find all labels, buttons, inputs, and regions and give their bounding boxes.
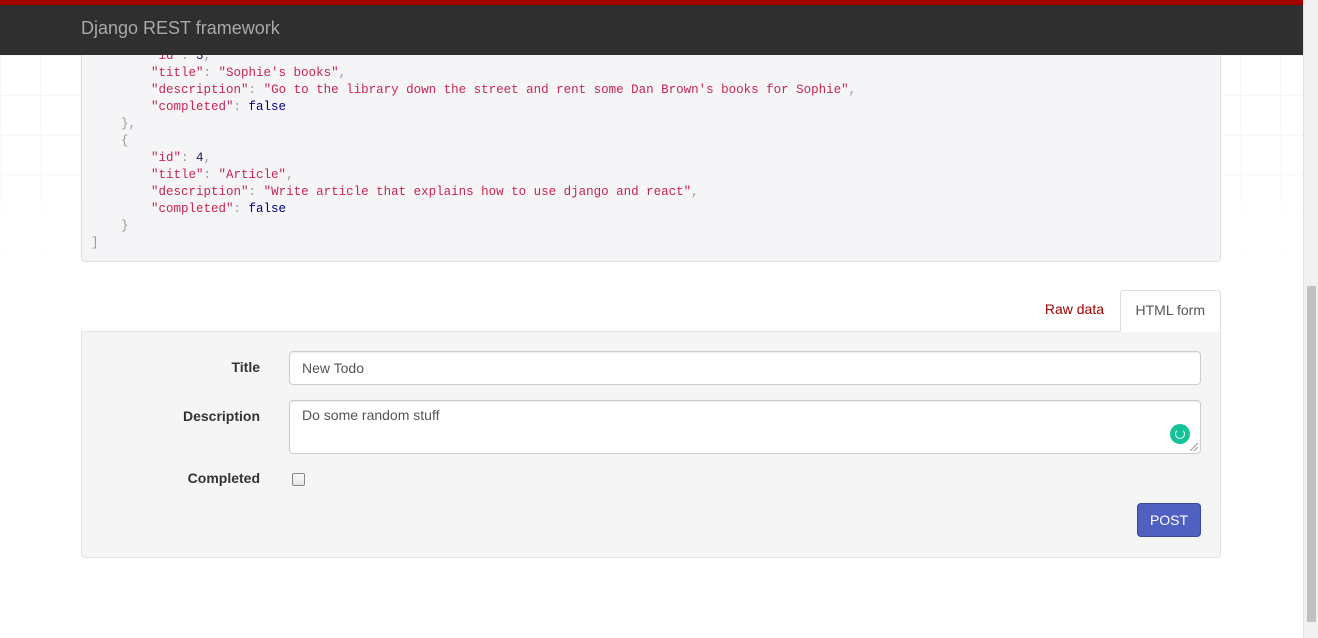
- form-tabs: Raw data HTML form: [81, 290, 1221, 332]
- item-3-title: "Sophie's books": [218, 66, 339, 80]
- code-line-close-object-2: }: [91, 219, 129, 233]
- grammarly-icon[interactable]: [1170, 424, 1190, 444]
- scrollbar-thumb[interactable]: [1307, 286, 1316, 622]
- code-line-description-4: "description": "Write article that expla…: [151, 185, 699, 199]
- title-label: Title: [231, 359, 260, 375]
- item-3-completed: false: [248, 100, 287, 114]
- description-textarea[interactable]: Do some random stuff: [289, 400, 1201, 454]
- item-4-title: "Article": [218, 168, 287, 182]
- post-button[interactable]: POST: [1137, 503, 1201, 537]
- code-line-close-object: },: [91, 117, 137, 131]
- navbar: Django REST framework: [0, 0, 1303, 55]
- navbar-brand[interactable]: Django REST framework: [81, 18, 280, 38]
- response-content: "id": 3, "title": "Sophie's books", "des…: [81, 20, 1221, 262]
- html-form-panel: Title New Todo Description Do some rando…: [81, 331, 1221, 558]
- completed-checkbox[interactable]: [292, 473, 305, 486]
- browser-viewport: "id": 3, "title": "Sophie's books", "des…: [0, 0, 1303, 638]
- description-label: Description: [182, 408, 260, 424]
- tab-raw-data[interactable]: Raw data: [1030, 290, 1119, 332]
- item-4-id: 4: [196, 151, 204, 165]
- code-line-title-3: "title": "Sophie's books",: [151, 66, 347, 80]
- item-3-description: "Go to the library down the street and r…: [263, 83, 849, 97]
- item-4-description: "Write article that explains how to use …: [263, 185, 692, 199]
- code-line-close-array: ]: [91, 236, 99, 250]
- code-line-title-4: "title": "Article",: [151, 168, 294, 182]
- completed-label: Completed: [187, 470, 260, 486]
- title-input[interactable]: New Todo: [289, 351, 1201, 385]
- item-4-completed: false: [248, 202, 287, 216]
- page-scrollbar[interactable]: [1303, 0, 1318, 638]
- title-input-value: New Todo: [302, 360, 365, 376]
- resize-grip-icon[interactable]: [1190, 443, 1198, 451]
- code-line-description-3: "description": "Go to the library down t…: [151, 83, 857, 97]
- code-line-completed-4: "completed": false: [151, 202, 287, 216]
- code-line-id-4: "id": 4,: [151, 151, 212, 165]
- description-textarea-value: Do some random stuff: [302, 407, 440, 423]
- code-line-completed-3: "completed": false: [151, 100, 287, 114]
- code-line-open-object: {: [91, 134, 129, 148]
- tab-html-form[interactable]: HTML form: [1119, 290, 1221, 332]
